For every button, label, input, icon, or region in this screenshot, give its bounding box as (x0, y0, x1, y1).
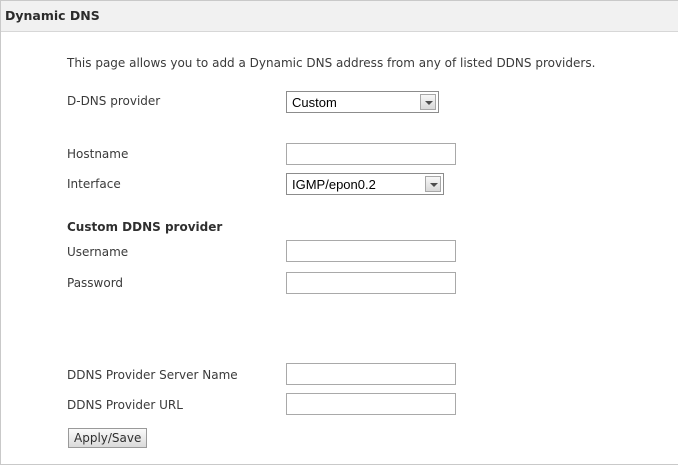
password-label: Password (67, 276, 124, 290)
provider-url-input[interactable] (286, 393, 456, 415)
ddns-panel: Dynamic DNS This page allows you to add … (0, 0, 678, 465)
username-input[interactable] (286, 240, 456, 262)
chevron-down-icon[interactable] (420, 94, 436, 110)
interface-select[interactable]: IGMP/epon0.2 (286, 173, 444, 195)
provider-url-label: DDNS Provider URL (67, 398, 183, 412)
password-input[interactable] (286, 272, 456, 294)
page-description: This page allows you to add a Dynamic DN… (67, 56, 596, 70)
apply-save-button[interactable]: Apply/Save (68, 428, 148, 448)
page-title: Dynamic DNS (5, 8, 100, 23)
provider-select[interactable]: Custom (286, 91, 439, 113)
provider-label: D-DNS provider (67, 94, 161, 108)
panel-header: Dynamic DNS (1, 1, 678, 32)
interface-select-value: IGMP/epon0.2 (292, 177, 376, 192)
chevron-down-icon[interactable] (425, 176, 441, 192)
server-name-input[interactable] (286, 363, 456, 385)
interface-label: Interface (67, 177, 121, 191)
hostname-label: Hostname (67, 147, 129, 161)
provider-select-value: Custom (292, 95, 337, 110)
hostname-input[interactable] (286, 143, 456, 165)
custom-provider-heading: Custom DDNS provider (67, 220, 223, 234)
username-label: Username (67, 245, 129, 259)
server-name-label: DDNS Provider Server Name (67, 368, 238, 382)
